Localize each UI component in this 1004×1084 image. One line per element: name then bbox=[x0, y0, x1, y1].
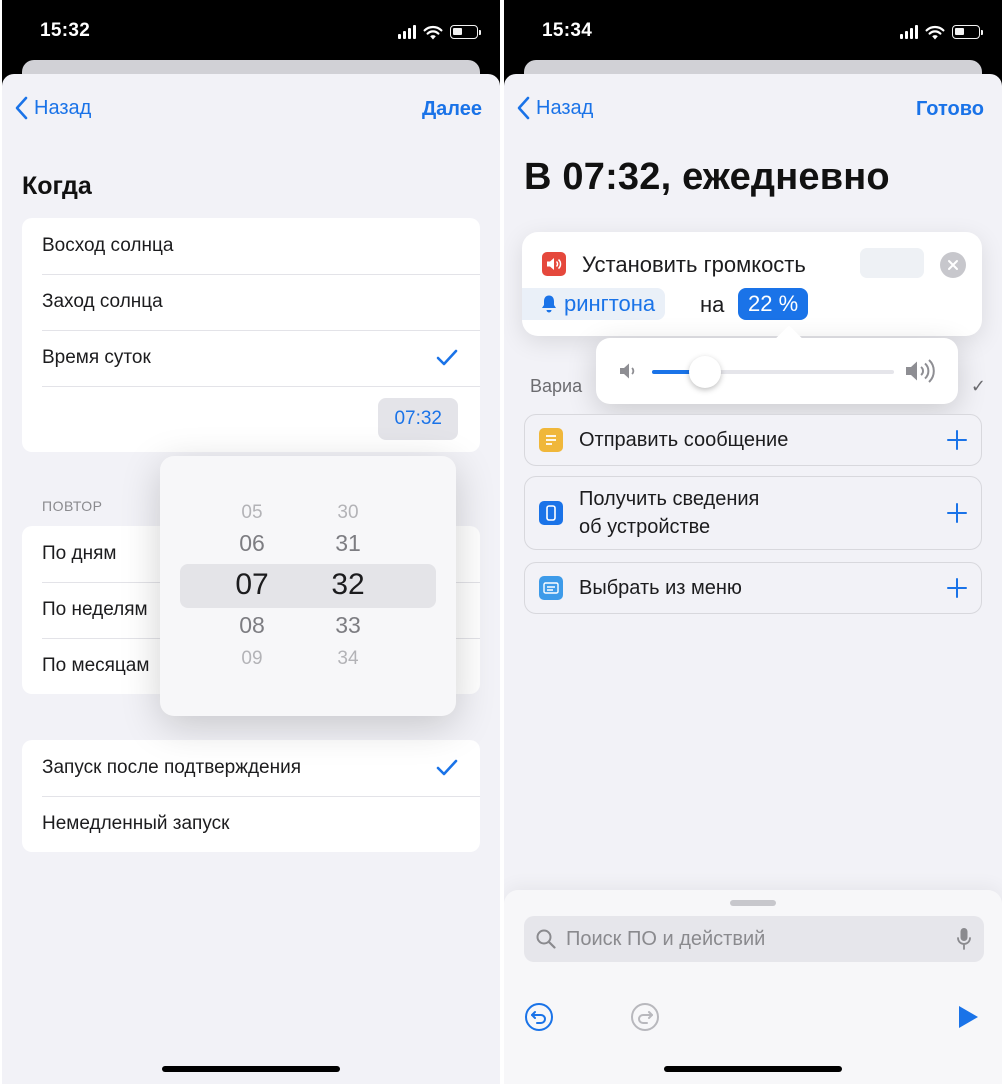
action-title: Установить громкость bbox=[582, 252, 806, 277]
option-label: Восход солнца bbox=[42, 235, 174, 256]
trigger-sheet: Назад Далее Когда Восход солнца Заход со… bbox=[2, 74, 500, 1084]
add-icon[interactable] bbox=[947, 578, 967, 598]
ringtone-label: рингтона bbox=[564, 291, 656, 316]
back-button[interactable]: Назад bbox=[14, 96, 91, 120]
note-icon bbox=[539, 428, 563, 452]
option-label: Заход солнца bbox=[42, 291, 163, 312]
chevron-left-icon bbox=[15, 96, 28, 120]
when-options-group: Восход солнца Заход солнца Время суток 0… bbox=[22, 218, 480, 452]
hour-cell: 09 bbox=[241, 648, 263, 669]
ringtone-parameter[interactable]: рингтона bbox=[522, 288, 666, 320]
cellular-signal-icon bbox=[398, 25, 416, 39]
play-icon[interactable] bbox=[956, 1004, 980, 1030]
minute-cell: 30 bbox=[337, 502, 359, 523]
time-picker[interactable]: 05 06 07 08 09 30 31 32 33 34 bbox=[160, 456, 456, 716]
battery-icon bbox=[952, 25, 983, 39]
volume-high-icon bbox=[906, 359, 935, 383]
microphone-icon[interactable] bbox=[956, 927, 972, 951]
volume-slider-popover bbox=[596, 338, 958, 404]
option-sunset[interactable]: Заход солнца bbox=[22, 274, 480, 330]
option-time-of-day[interactable]: Время суток bbox=[22, 330, 480, 386]
hour-selected: 07 bbox=[235, 568, 269, 601]
minute-cell: 34 bbox=[337, 648, 359, 669]
action-search-panel bbox=[504, 890, 1002, 1084]
status-bar: 15:32 bbox=[2, 0, 500, 62]
clear-icon[interactable] bbox=[940, 252, 966, 278]
suggestion-choose-from-menu[interactable]: Выбрать из меню bbox=[524, 562, 982, 614]
suggestion-label: Получить сведения об устройстве bbox=[579, 488, 760, 538]
done-button[interactable]: Готово bbox=[916, 98, 984, 121]
automation-sheet: Назад Готово В 07:32, ежедневно Вариа ✓ … bbox=[504, 74, 1002, 1084]
volume-slider[interactable] bbox=[652, 356, 894, 388]
time-value-button[interactable]: 07:32 bbox=[378, 398, 458, 440]
minute-selected: 32 bbox=[331, 568, 365, 601]
minute-cell: 33 bbox=[335, 612, 361, 638]
minute-cell: 31 bbox=[335, 530, 361, 556]
undo-icon[interactable] bbox=[524, 1002, 554, 1032]
option-label: Немедленный запуск bbox=[42, 813, 230, 834]
option-label: По дням bbox=[42, 543, 117, 564]
back-button[interactable]: Назад bbox=[516, 96, 593, 120]
volume-low-icon bbox=[620, 363, 635, 379]
add-icon[interactable] bbox=[947, 430, 967, 450]
back-label: Назад bbox=[34, 96, 92, 119]
search-icon bbox=[536, 929, 556, 949]
menu-icon bbox=[539, 576, 563, 600]
suggestion-send-message[interactable]: Отправить сообщение bbox=[524, 414, 982, 466]
bell-icon bbox=[542, 295, 556, 313]
right-screen: 15:34 Назад Готово В 07:32, ежедневно Ва… bbox=[504, 0, 1002, 1084]
status-icons bbox=[398, 22, 481, 42]
panel-grabber[interactable] bbox=[730, 900, 776, 906]
variables-label: Вариа bbox=[530, 376, 583, 396]
checkmark-icon bbox=[436, 349, 458, 366]
variables-check-icon: ✓ bbox=[970, 376, 986, 396]
repeat-caption: ПОВТОР bbox=[42, 498, 103, 514]
device-icon bbox=[539, 501, 563, 525]
option-label: Время суток bbox=[42, 347, 151, 368]
chevron-left-icon bbox=[517, 96, 530, 120]
checkmark-icon bbox=[436, 759, 458, 776]
option-run-immediately[interactable]: Немедленный запуск bbox=[22, 796, 480, 852]
status-bar: 15:34 bbox=[504, 0, 1002, 62]
suggestion-get-device-details[interactable]: Получить сведения об устройстве bbox=[524, 476, 982, 550]
option-label: По месяцам bbox=[42, 655, 150, 676]
suggestion-label: Выбрать из меню bbox=[579, 577, 742, 599]
empty-parameter-slot[interactable] bbox=[860, 248, 924, 278]
option-label: Запуск после подтверждения bbox=[42, 757, 301, 778]
back-label: Назад bbox=[536, 96, 594, 119]
editor-toolbar bbox=[504, 996, 1002, 1046]
preposition-label: на bbox=[700, 292, 725, 317]
status-icons bbox=[900, 22, 983, 42]
time-row: 07:32 bbox=[22, 386, 480, 452]
status-time: 15:34 bbox=[542, 20, 593, 41]
option-label: По неделям bbox=[42, 599, 148, 620]
home-indicator bbox=[162, 1066, 340, 1072]
add-icon[interactable] bbox=[947, 503, 967, 523]
option-sunrise[interactable]: Восход солнца bbox=[22, 218, 480, 274]
hour-cell: 05 bbox=[241, 502, 263, 523]
when-heading: Когда bbox=[22, 172, 92, 200]
volume-percent-parameter[interactable]: 22 % bbox=[738, 288, 809, 320]
hour-cell: 08 bbox=[239, 612, 265, 638]
home-indicator bbox=[664, 1066, 842, 1072]
redo-icon[interactable] bbox=[630, 1002, 660, 1032]
search-bar[interactable] bbox=[524, 916, 984, 962]
set-volume-action[interactable]: Установить громкость рингтона на 22 % bbox=[522, 232, 982, 336]
option-ask-before-run[interactable]: Запуск после подтверждения bbox=[22, 740, 480, 796]
volume-slider-knob[interactable] bbox=[689, 356, 722, 388]
battery-icon bbox=[450, 25, 481, 39]
next-button[interactable]: Далее bbox=[422, 98, 482, 121]
cellular-signal-icon bbox=[900, 25, 918, 39]
status-time: 15:32 bbox=[40, 20, 91, 41]
search-input[interactable] bbox=[566, 927, 946, 951]
left-screen: 15:32 Назад Далее Когда Восход солнца За… bbox=[2, 0, 500, 1084]
page-title: В 07:32, ежедневно bbox=[524, 156, 890, 198]
run-options-group: Запуск после подтверждения Немедленный з… bbox=[22, 740, 480, 852]
wifi-icon bbox=[423, 25, 443, 39]
wifi-icon bbox=[925, 25, 945, 39]
speaker-icon bbox=[542, 252, 566, 276]
suggestion-label: Отправить сообщение bbox=[579, 429, 789, 451]
hour-cell: 06 bbox=[239, 530, 265, 556]
